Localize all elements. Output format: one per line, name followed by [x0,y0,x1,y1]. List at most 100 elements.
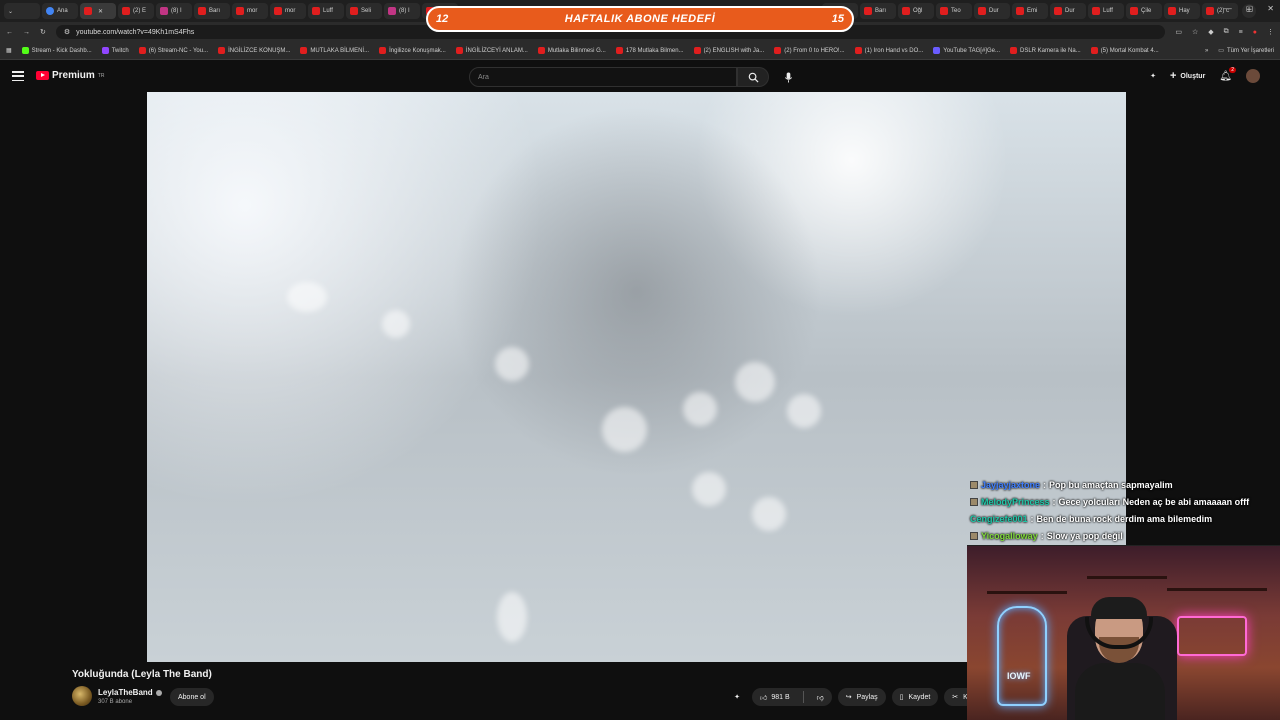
bookmark-icon: ▯ [899,694,904,701]
stream-chat-overlay: Jayjayjaxtone: Pop bu amaçtan sapmayalim M… [970,476,1280,544]
youtube-icon [1054,7,1062,15]
chat-badge-icon [970,497,978,506]
bokeh-light [495,347,529,381]
channel-name[interactable]: LeylaTheBand [98,688,162,697]
tab-search-button[interactable]: ⌄ [4,3,40,19]
tab-label: Dur [1065,8,1075,14]
bookmark-item[interactable]: İNGİLİZCE KONUŞM... [218,47,290,54]
streamer-webcam: IOWF [967,545,1280,720]
media-icon[interactable]: ≡ [1239,29,1243,36]
premium-diamond-icon[interactable]: ✦ [728,688,746,706]
bookmark-item[interactable]: YouTube TAG[#]Ge... [933,47,1000,54]
browser-tab[interactable]: Seli [346,3,382,19]
profile-icon[interactable]: ● [1253,29,1257,36]
browser-tab[interactable]: Emi [1012,3,1048,19]
thumbs-up-icon: 👍︎ [760,694,768,702]
browser-tab[interactable]: Dur [1050,3,1086,19]
bookmark-item[interactable]: (6) Stream-NC - You... [138,47,208,54]
account-avatar[interactable] [1246,69,1260,83]
maximize-icon[interactable]: ▢ [1246,4,1254,13]
voice-search-button[interactable] [778,67,798,87]
chat-message: Jayjayjaxtone: Pop bu amaçtan sapmayalim [970,476,1280,493]
cast-icon[interactable]: ▭ [1175,28,1182,36]
chat-text: Pop bu amaçtan sapmayalim [1049,479,1173,490]
kick-icon [21,47,29,54]
browser-tab[interactable]: (8) I [384,3,420,19]
bookmark-item[interactable]: (2) ENGLISH with Ja... [693,47,764,54]
subscribe-button[interactable]: Abone ol [170,688,214,706]
bookmark-item[interactable]: İNGİLİZCEYİ ANLAM... [455,47,528,54]
browser-tab[interactable]: Barı [194,3,230,19]
bookmark-item[interactable]: DSLR Kamera ile Na... [1009,47,1081,54]
browser-tab[interactable]: Ana [42,3,78,19]
browser-tab[interactable]: mor [270,3,306,19]
bookmark-item[interactable]: (2) From 0 to HERO!... [774,47,845,54]
create-button[interactable]: + Oluştur [1170,70,1205,82]
share-button[interactable]: ↪ Paylaş [837,688,886,706]
site-info-icon[interactable]: ⚙ [64,28,70,36]
notifications-button[interactable]: 🔔︎ 2 [1219,66,1236,82]
youtube-icon [1092,7,1100,15]
browser-tab[interactable]: Barı [860,3,896,19]
subscriber-count: 307 B abone [98,699,133,705]
pink-neon-frame [1177,616,1247,656]
microphone-icon [784,71,792,83]
bookmark-item[interactable]: Mutlaka Bilinmesi G... [537,47,606,54]
more-bookmarks-icon[interactable]: » [1205,48,1208,54]
browser-tab[interactable]: Oğl [898,3,934,19]
forward-icon[interactable]: → [23,29,30,36]
close-tab-icon[interactable]: ✕ [98,8,103,15]
browser-tab[interactable]: Luff [1088,3,1124,19]
extensions-puzzle-icon[interactable]: ⧉ [1224,28,1229,36]
save-button[interactable]: ▯ Kaydet [891,688,939,706]
bokeh-light [497,592,527,642]
bookmark-item[interactable]: (5) Mortal Kombat 4... [1090,47,1159,54]
search-button[interactable] [737,67,769,87]
browser-tab[interactable]: Hay [1164,3,1200,19]
bookmark-item[interactable]: (1) Iron Hand vs DO... [854,47,923,54]
premium-diamond-icon[interactable]: ✦ [1150,72,1156,80]
browser-tab[interactable]: (8) I [156,3,192,19]
youtube-icon [774,47,782,54]
channel-avatar[interactable] [72,686,92,706]
tab-strip-left: Ana✕(2) E(8) IBarımormorLuffSeli(8) IOrp [42,3,458,19]
channel-name-text: LeylaTheBand [98,688,153,697]
bookmark-item[interactable]: 178 Mutlaka Bilmen... [615,47,684,54]
browser-tab[interactable]: Çile [1126,3,1162,19]
share-label: Paylaş [856,693,878,701]
close-window-icon[interactable]: ✕ [1267,4,1274,13]
twitch-icon [101,47,109,54]
neon-sign-text: IOWF [1007,671,1031,681]
bokeh-light [602,407,647,452]
chat-message: Cengizefe001: Ben de buna rock derdim ama… [970,513,1213,524]
youtube-icon [978,7,986,15]
bookmark-item[interactable]: İngilizce Konuşmak... [379,47,446,54]
tab-label: Barı [875,8,887,14]
browser-tab[interactable]: ✕ [80,3,116,19]
hamburger-menu-icon[interactable] [12,70,24,82]
apps-grid-icon[interactable]: ▦ [6,47,12,54]
all-bookmarks[interactable]: ▭ Tüm Yer İşaretleri [1218,47,1274,55]
browser-tab[interactable]: Teo [936,3,972,19]
bookmark-star-icon[interactable]: ☆ [1192,28,1198,36]
browser-tab[interactable]: mor [232,3,268,19]
browser-tab[interactable]: (2) E [118,3,154,19]
like-button[interactable]: 👍︎ 981 B [752,688,798,706]
bookmark-item[interactable]: Twitch [101,47,129,54]
reload-icon[interactable]: ↻ [40,28,46,36]
tab-label: Barı [209,8,221,14]
bookmark-item[interactable]: Stream - Kick Dashb... [21,47,92,54]
browser-tab[interactable]: Luff [308,3,344,19]
extension-icon[interactable]: ◆ [1208,28,1213,36]
search-input[interactable]: Ara [469,67,737,87]
youtube-icon [300,47,308,54]
tag-icon [933,47,941,54]
back-icon[interactable]: ← [6,29,13,36]
bookmark-item[interactable]: MUTLAKA BİLMENİ... [300,47,369,54]
dislike-button[interactable]: 👎︎ [809,688,832,706]
bookmark-label: İNGİLİZCEYİ ANLAM... [465,47,528,54]
minimize-icon[interactable]: — [1224,4,1232,13]
youtube-logo[interactable]: Premium TR [36,70,104,81]
browser-tab[interactable]: Dur [974,3,1010,19]
more-menu-icon[interactable]: ⋮ [1267,28,1274,36]
